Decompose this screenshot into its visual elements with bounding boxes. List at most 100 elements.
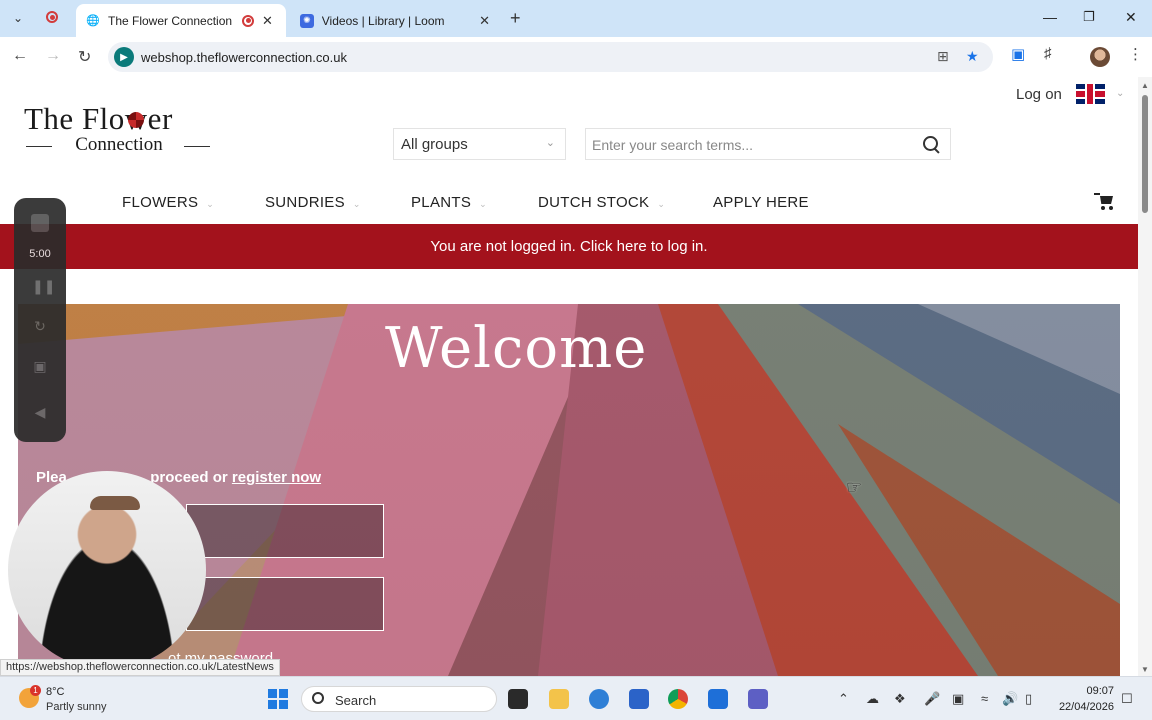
welcome-heading: Welcome — [385, 316, 648, 381]
new-tab-plus-icon[interactable]: + — [510, 8, 521, 29]
task-view-icon[interactable] — [508, 689, 528, 709]
tab-flower-connection[interactable]: 🌐 The Flower Connection | W ✕ — [76, 4, 286, 37]
tab-search-chevron-icon[interactable]: ⌄ — [6, 7, 30, 29]
browser-tab-strip: ⌄ 🌐 The Flower Connection | W ✕ ✺ Videos… — [0, 0, 1152, 37]
globe-icon: 🌐 — [86, 15, 100, 27]
notifications-icon[interactable]: ☐ — [1121, 691, 1133, 707]
login-banner[interactable]: You are not logged in. Click here to log… — [0, 224, 1138, 269]
minimize-icon[interactable]: — — [1043, 9, 1057, 25]
logo-text-line2: Connection — [24, 135, 214, 155]
nav-dutch-stock[interactable]: DUTCH STOCK ⌄ — [538, 194, 665, 211]
chevron-down-icon: ⌄ — [206, 199, 215, 209]
uk-flag-icon[interactable] — [1076, 84, 1105, 104]
nav-label: PLANTS — [411, 194, 472, 211]
onedrive-icon[interactable]: ☁ — [866, 691, 879, 707]
groups-select[interactable]: All groups ⌄ — [393, 128, 566, 160]
nav-label: APPLY HERE — [713, 194, 809, 211]
trash-icon[interactable]: ▣ — [32, 358, 48, 374]
clock-date[interactable]: 22/04/2026 — [1052, 701, 1114, 713]
nav-label: SUNDRIES — [265, 194, 345, 211]
display-icon[interactable]: ▣ — [952, 691, 964, 707]
nav-sundries[interactable]: SUNDRIES ⌄ — [265, 194, 361, 211]
webcam-person — [90, 496, 140, 510]
forward-arrow-icon[interactable]: → — [45, 47, 61, 65]
mouse-pointer-icon: ☞ — [846, 477, 863, 497]
volume-icon[interactable]: 🔊 — [1002, 691, 1018, 707]
chevron-down-icon: ⌄ — [545, 137, 555, 149]
scroll-up-icon[interactable]: ▲ — [1141, 81, 1149, 90]
loom-icon: ✺ — [300, 13, 314, 28]
webcam-bubble[interactable] — [8, 471, 206, 669]
taskbar-search-label: Search — [335, 693, 377, 708]
nav-flowers[interactable]: FLOWERS ⌄ — [122, 194, 214, 211]
microphone-icon[interactable]: 🎤 — [924, 691, 940, 707]
status-url-tooltip: https://webshop.theflowerconnection.co.u… — [0, 659, 280, 676]
scroll-down-icon[interactable]: ▼ — [1141, 665, 1149, 674]
shopping-cart-icon[interactable] — [1096, 193, 1116, 211]
password-field[interactable] — [186, 577, 384, 631]
tab-loom-library[interactable]: ✺ Videos | Library | Loom ✕ — [290, 4, 500, 37]
nav-label: DUTCH STOCK — [538, 194, 650, 211]
log-on-link[interactable]: Log on — [1016, 86, 1062, 103]
install-app-icon[interactable]: ⊞ — [937, 48, 949, 65]
taskbar-search[interactable]: Search — [301, 686, 497, 712]
battery-icon[interactable]: ▯ — [1025, 691, 1032, 707]
collapse-icon[interactable]: ◀ — [32, 404, 48, 420]
search-input[interactable] — [592, 134, 910, 156]
chrome-icon[interactable] — [668, 689, 688, 709]
site-info-icon[interactable]: ▶ — [114, 47, 134, 67]
file-explorer-icon[interactable] — [549, 689, 569, 709]
recording-tab-icon[interactable] — [46, 11, 58, 23]
windows-taskbar: 1 8°C Partly sunny Search ⌃ ☁ ❖ 🎤 ▣ ≈ 🔊 … — [0, 676, 1152, 720]
temperature[interactable]: 8°C — [46, 686, 64, 698]
window-close-icon[interactable]: ✕ — [1125, 9, 1137, 26]
tray-chevron-up-icon[interactable]: ⌃ — [838, 691, 849, 707]
notepad-icon[interactable] — [629, 689, 649, 709]
close-tab-icon[interactable]: ✕ — [262, 13, 273, 29]
tab-title: The Flower Connection | W — [108, 13, 236, 28]
weather-condition[interactable]: Partly sunny — [46, 701, 107, 713]
bookmark-star-icon[interactable]: ★ — [966, 48, 979, 65]
recording-indicator-icon — [242, 14, 254, 27]
wifi-icon[interactable]: ≈ — [981, 691, 988, 706]
dropbox-icon[interactable]: ❖ — [894, 691, 906, 707]
language-chevron-icon[interactable]: ⌄ — [1116, 88, 1124, 99]
chevron-down-icon: ⌄ — [657, 199, 666, 209]
extensions-puzzle-icon[interactable]: ♯ — [1044, 45, 1052, 62]
notification-badge: 1 — [30, 685, 41, 696]
stop-recording-icon[interactable] — [31, 214, 49, 232]
nav-plants[interactable]: PLANTS ⌄ — [411, 194, 487, 211]
search-box — [585, 128, 951, 160]
app-icon[interactable] — [748, 689, 768, 709]
chevron-down-icon: ⌄ — [352, 199, 361, 209]
address-bar[interactable]: ▶ webshop.theflowerconnection.co.uk ⊞ ★ — [108, 42, 993, 72]
search-icon — [312, 692, 324, 704]
scrollbar-thumb[interactable] — [1142, 95, 1148, 213]
reload-icon[interactable]: ↻ — [78, 47, 91, 67]
search-icon[interactable] — [922, 135, 942, 155]
logo-text-line1: The Flower — [24, 101, 173, 136]
close-tab-icon[interactable]: ✕ — [479, 13, 490, 29]
site-logo[interactable]: The Flower Connection — [24, 101, 214, 155]
recording-timer: 5:00 — [29, 248, 51, 260]
windows-start-icon[interactable] — [268, 689, 288, 709]
restart-icon[interactable]: ↻ — [32, 318, 48, 334]
flower-logo-icon — [128, 112, 144, 128]
extension-badge-icon[interactable]: ▣ — [1011, 45, 1025, 63]
restore-icon[interactable]: ❐ — [1083, 9, 1095, 25]
tab-title: Videos | Library | Loom — [321, 13, 445, 28]
clock-time[interactable]: 09:07 — [1058, 685, 1114, 697]
hero-prompt-middle: proceed or — [146, 469, 232, 486]
browser-menu-icon[interactable]: ⋮ — [1128, 45, 1143, 63]
register-now-link[interactable]: register now — [232, 469, 321, 486]
browser-toolbar: ← → ↻ ▶ webshop.theflowerconnection.co.u… — [0, 37, 1152, 77]
username-field[interactable] — [186, 504, 384, 558]
chevron-down-icon: ⌄ — [479, 199, 487, 209]
nav-apply-here[interactable]: APPLY HERE — [713, 194, 809, 211]
edge-icon[interactable] — [589, 689, 609, 709]
profile-avatar[interactable] — [1090, 47, 1110, 67]
back-arrow-icon[interactable]: ← — [12, 47, 28, 65]
page-scrollbar[interactable]: ▲ ▼ — [1138, 77, 1152, 676]
pause-icon[interactable]: ❚❚ — [32, 278, 55, 294]
store-icon[interactable] — [708, 689, 728, 709]
